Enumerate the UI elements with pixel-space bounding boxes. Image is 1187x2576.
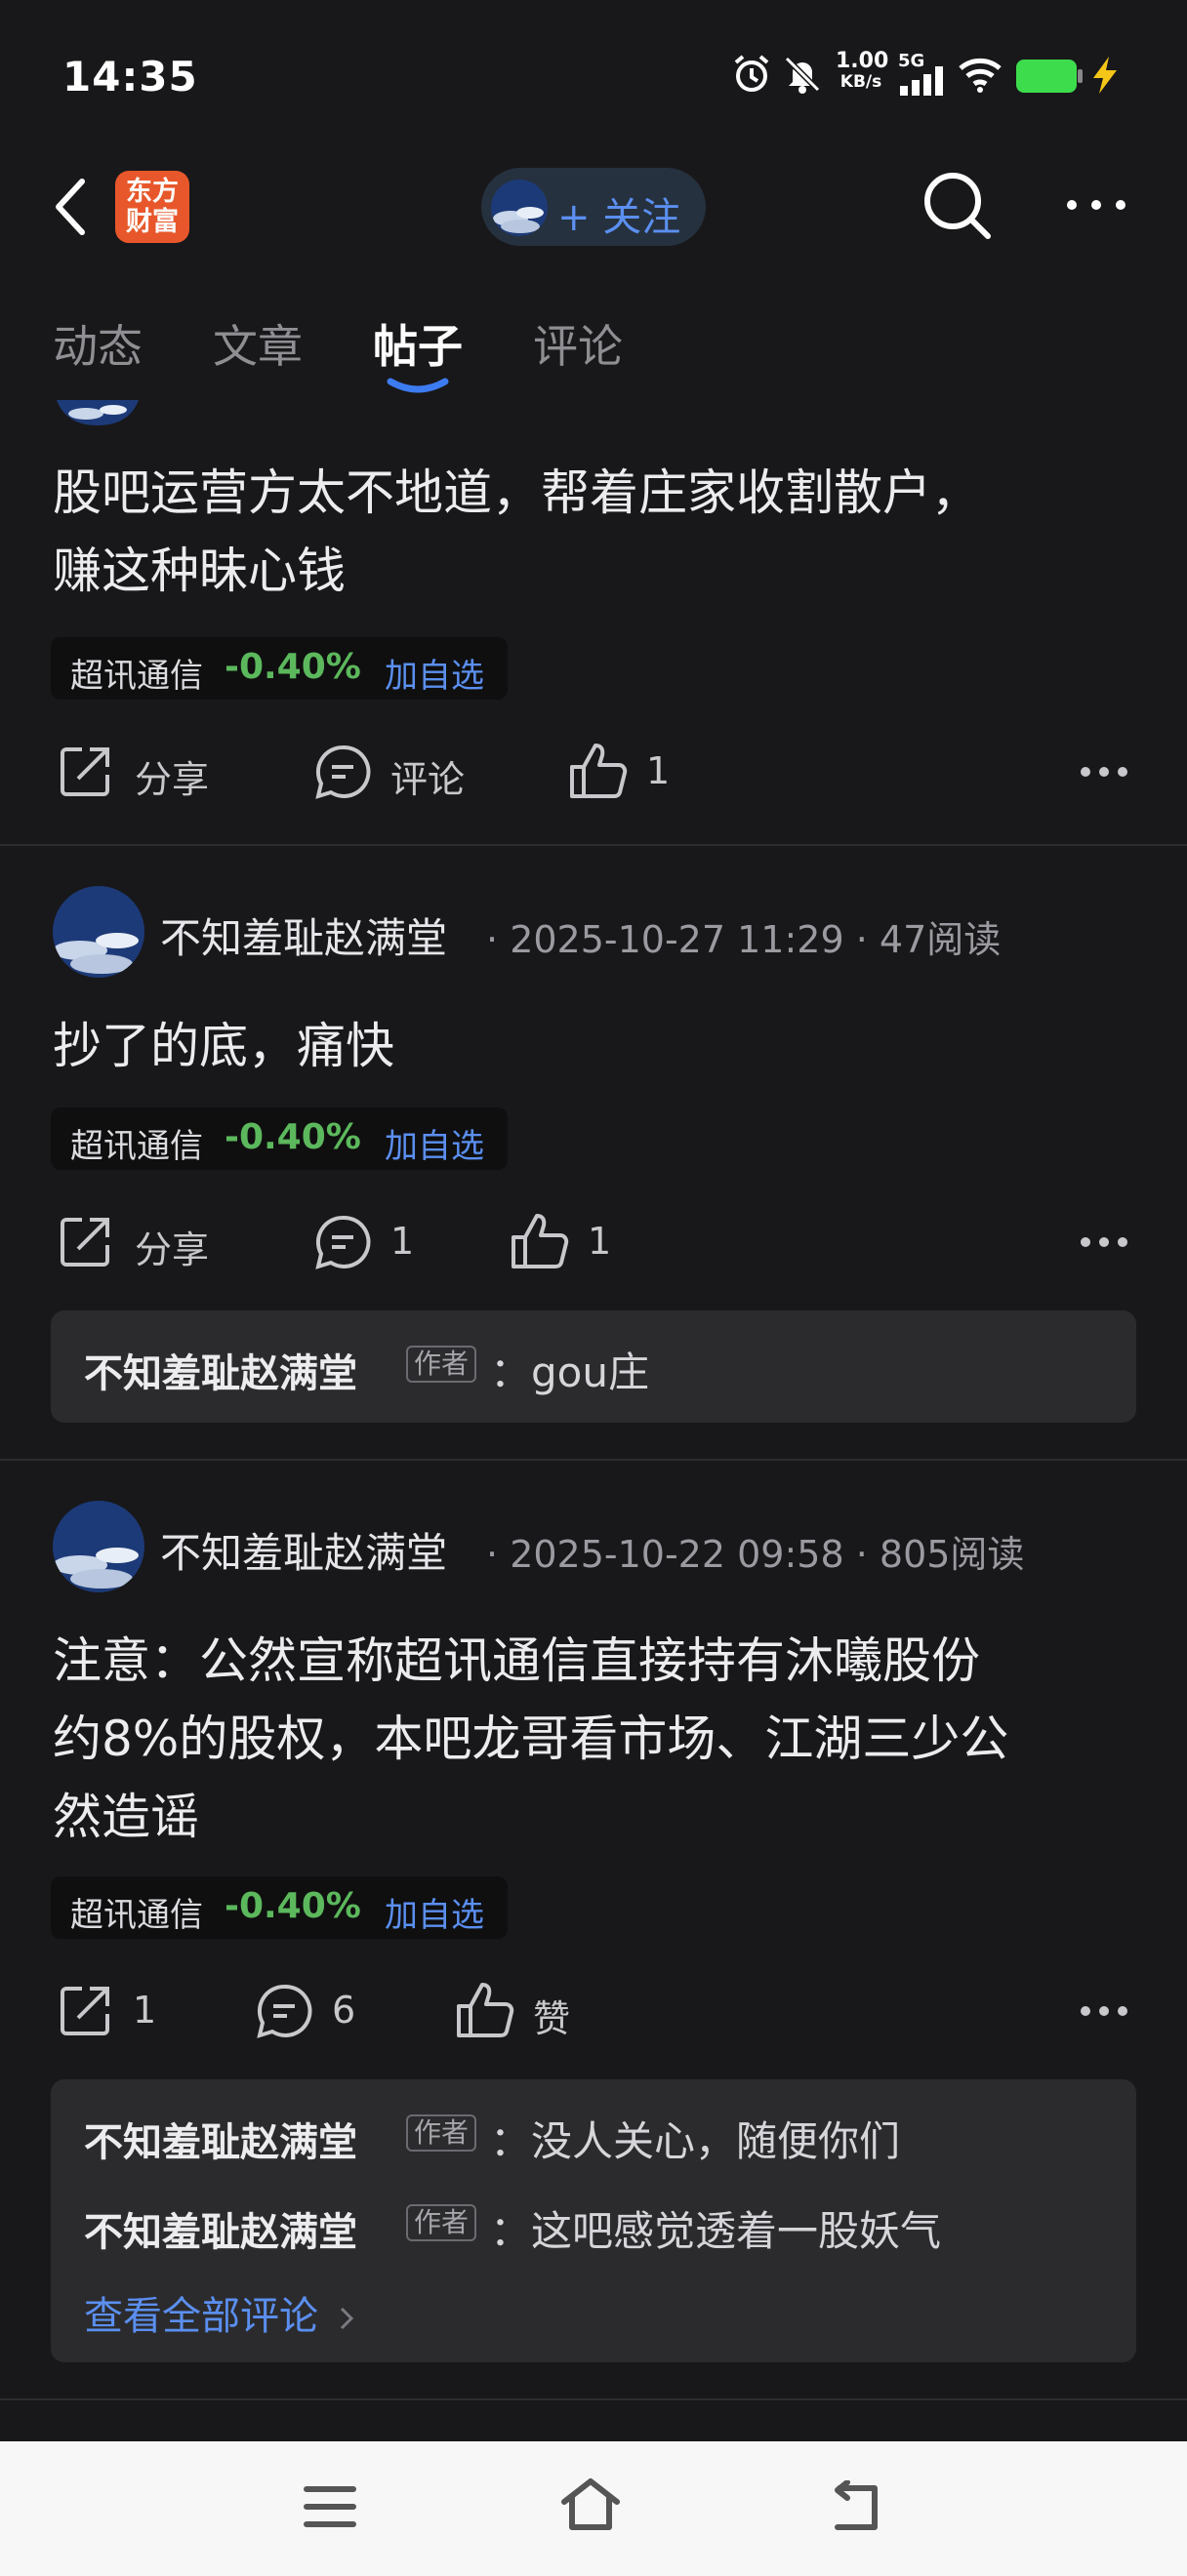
- read-count: 805阅读: [879, 1533, 1025, 1576]
- divider: [0, 1459, 1187, 1461]
- share-label[interactable]: 分享: [135, 749, 209, 803]
- post-text: 约8%的股权，本吧龙哥看市场、江湖三少公: [53, 1711, 1009, 1767]
- tab-indicator: [387, 378, 449, 397]
- comment-preview-box[interactable]: 不知羞耻赵满堂 作者 ： gou庄: [51, 1310, 1136, 1423]
- avatar: [491, 180, 548, 236]
- comment-icon[interactable]: [314, 1214, 371, 1270]
- comment-separator: ：: [490, 1348, 532, 1396]
- add-watchlist-button[interactable]: 加自选: [385, 1888, 484, 1936]
- like-label[interactable]: 赞: [533, 1989, 570, 2042]
- tab-dynamics[interactable]: 动态: [53, 311, 143, 376]
- menu-icon[interactable]: [303, 2484, 357, 2529]
- author-badge: 作者: [406, 1346, 477, 1383]
- mute-icon: [781, 53, 824, 96]
- post-more-icon[interactable]: [1080, 2004, 1128, 2018]
- stock-chip[interactable]: 超讯通信 -0.40% 加自选: [51, 637, 508, 700]
- view-all-comments-link[interactable]: 查看全部评论: [84, 2284, 354, 2341]
- comment-text: 这吧感觉透着一股妖气: [531, 2207, 942, 2255]
- comment-icon[interactable]: [256, 1983, 312, 2039]
- comment-separator: ：: [490, 2117, 532, 2165]
- system-nav-bar: [0, 2441, 1187, 2576]
- comment-count[interactable]: 6: [332, 1989, 355, 2032]
- share-label[interactable]: 分享: [135, 1220, 209, 1273]
- share-icon[interactable]: [57, 744, 113, 800]
- tab-comments[interactable]: 评论: [533, 311, 623, 376]
- follow-button[interactable]: + 关注: [481, 168, 706, 246]
- search-icon[interactable]: [920, 168, 994, 242]
- post-date: 2025-10-22 09:58: [510, 1533, 844, 1576]
- post-text: 赚这种昧心钱: [53, 543, 346, 599]
- stock-name: 超讯通信: [70, 657, 203, 696]
- comment-author[interactable]: 不知羞耻赵满堂: [84, 2111, 357, 2167]
- comment-author[interactable]: 不知羞耻赵满堂: [84, 2200, 357, 2257]
- author-badge: 作者: [406, 2114, 477, 2152]
- read-count: 47阅读: [879, 918, 1002, 961]
- back-icon[interactable]: [49, 176, 92, 238]
- avatar[interactable]: [53, 1501, 144, 1592]
- more-icon[interactable]: [1064, 197, 1128, 213]
- top-header: 东方 财富 + 关注: [0, 146, 1187, 273]
- status-time: 14:35: [62, 53, 198, 101]
- like-icon[interactable]: [455, 1981, 515, 2039]
- tab-bar: 动态 文章 帖子 评论: [0, 298, 1187, 395]
- avatar[interactable]: [53, 886, 144, 978]
- stock-change: -0.40%: [225, 647, 361, 687]
- author-name[interactable]: 不知羞耻赵满堂: [160, 906, 447, 965]
- comment-count[interactable]: 1: [390, 1220, 414, 1263]
- stock-chip[interactable]: 超讯通信 -0.40% 加自选: [51, 1107, 508, 1170]
- post-text: 股吧运营方太不地道，帮着庄家收割散户，: [53, 464, 980, 521]
- like-icon[interactable]: [510, 1212, 570, 1270]
- comment-author[interactable]: 不知羞耻赵满堂: [84, 1342, 357, 1398]
- post-meta: · 2025-10-27 11:29 · 47阅读: [486, 918, 1002, 961]
- divider: [0, 2398, 1187, 2400]
- post-text: 抄了的底，痛快: [53, 1018, 394, 1074]
- battery-icon: [1015, 59, 1084, 94]
- stock-change: -0.40%: [225, 1886, 361, 1926]
- share-count[interactable]: 1: [133, 1989, 156, 2032]
- tab-posts[interactable]: 帖子: [373, 311, 463, 376]
- alarm-icon: [730, 53, 773, 96]
- wifi-icon: [957, 55, 1003, 94]
- comment-preview-box[interactable]: 不知羞耻赵满堂 作者 ： 没人关心，随便你们 不知羞耻赵满堂 作者 ： 这吧感觉…: [51, 2079, 1136, 2362]
- home-icon[interactable]: [558, 2476, 623, 2533]
- stock-chip[interactable]: 超讯通信 -0.40% 加自选: [51, 1876, 508, 1939]
- tab-articles[interactable]: 文章: [213, 311, 303, 376]
- comment-separator: ：: [490, 2207, 532, 2255]
- app-logo: 东方 财富: [115, 171, 189, 243]
- divider: [0, 844, 1187, 846]
- network-speed: 1.00 KB/s: [836, 49, 889, 93]
- add-watchlist-button[interactable]: 加自选: [385, 1119, 484, 1167]
- comment-icon[interactable]: [314, 744, 371, 800]
- share-icon[interactable]: [57, 1983, 113, 2039]
- comment-text: 没人关心，随便你们: [531, 2117, 901, 2165]
- post-more-icon[interactable]: [1080, 765, 1128, 779]
- post-date: 2025-10-27 11:29: [510, 918, 844, 961]
- post-text: 注意：公然宣称超讯通信直接持有沐曦股份: [53, 1632, 980, 1689]
- like-count: 1: [588, 1220, 612, 1263]
- stock-name: 超讯通信: [70, 1127, 203, 1166]
- post-more-icon[interactable]: [1080, 1235, 1128, 1249]
- comment-text: gou庄: [531, 1348, 649, 1396]
- status-bar: 14:35 1.00 KB/s 5G: [0, 0, 1187, 146]
- share-icon[interactable]: [57, 1214, 113, 1270]
- stock-name: 超讯通信: [70, 1896, 203, 1935]
- signal-icon: [898, 66, 947, 96]
- charging-icon: [1089, 57, 1121, 94]
- comment-label[interactable]: 评论: [390, 749, 465, 803]
- avatar: [57, 400, 139, 429]
- stock-change: -0.40%: [225, 1117, 361, 1157]
- author-badge: 作者: [406, 2204, 477, 2241]
- author-name[interactable]: 不知羞耻赵满堂: [160, 1520, 447, 1580]
- post-meta: · 2025-10-22 09:58 · 805阅读: [486, 1533, 1025, 1576]
- back-nav-icon[interactable]: [826, 2480, 884, 2533]
- add-watchlist-button[interactable]: 加自选: [385, 649, 484, 697]
- post-text: 然造谣: [53, 1789, 199, 1845]
- chevron-right-icon: [339, 2306, 354, 2331]
- like-icon[interactable]: [568, 742, 629, 800]
- like-count: 1: [646, 749, 671, 792]
- follow-label: + 关注: [557, 195, 681, 240]
